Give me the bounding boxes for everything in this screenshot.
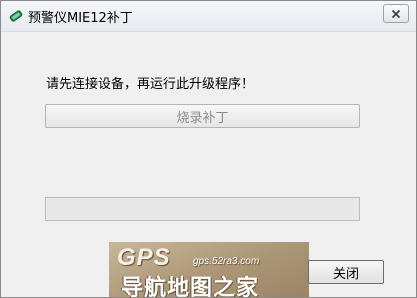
watermark-name: 导航地图之家: [121, 276, 260, 297]
close-button-label: 关闭: [332, 266, 359, 282]
connect-prompt: 请先连接设备，再运行此升级程序！: [46, 77, 255, 92]
green-device-icon: [8, 8, 24, 24]
title-close-button[interactable]: [383, 4, 409, 23]
title-bar[interactable]: 预警仪MIE12补丁: [1, 1, 416, 32]
app-window: 预警仪MIE12补丁 请先连接设备，再运行此升级程序！ 烧录补丁 GPS gps…: [0, 0, 417, 298]
watermark-brand: GPS: [117, 244, 171, 271]
close-button[interactable]: 关闭: [308, 260, 384, 284]
close-icon: [391, 4, 401, 23]
burn-patch-label: 烧录补丁: [176, 110, 229, 126]
burn-patch-button[interactable]: 烧录补丁: [45, 104, 360, 128]
watermark-logo: GPS gps.52ra3.com 导航地图之家: [109, 242, 309, 297]
progress-bar: [45, 197, 360, 221]
window-title: 预警仪MIE12补丁: [28, 11, 133, 26]
watermark-site: gps.52ra3.com: [193, 256, 260, 267]
